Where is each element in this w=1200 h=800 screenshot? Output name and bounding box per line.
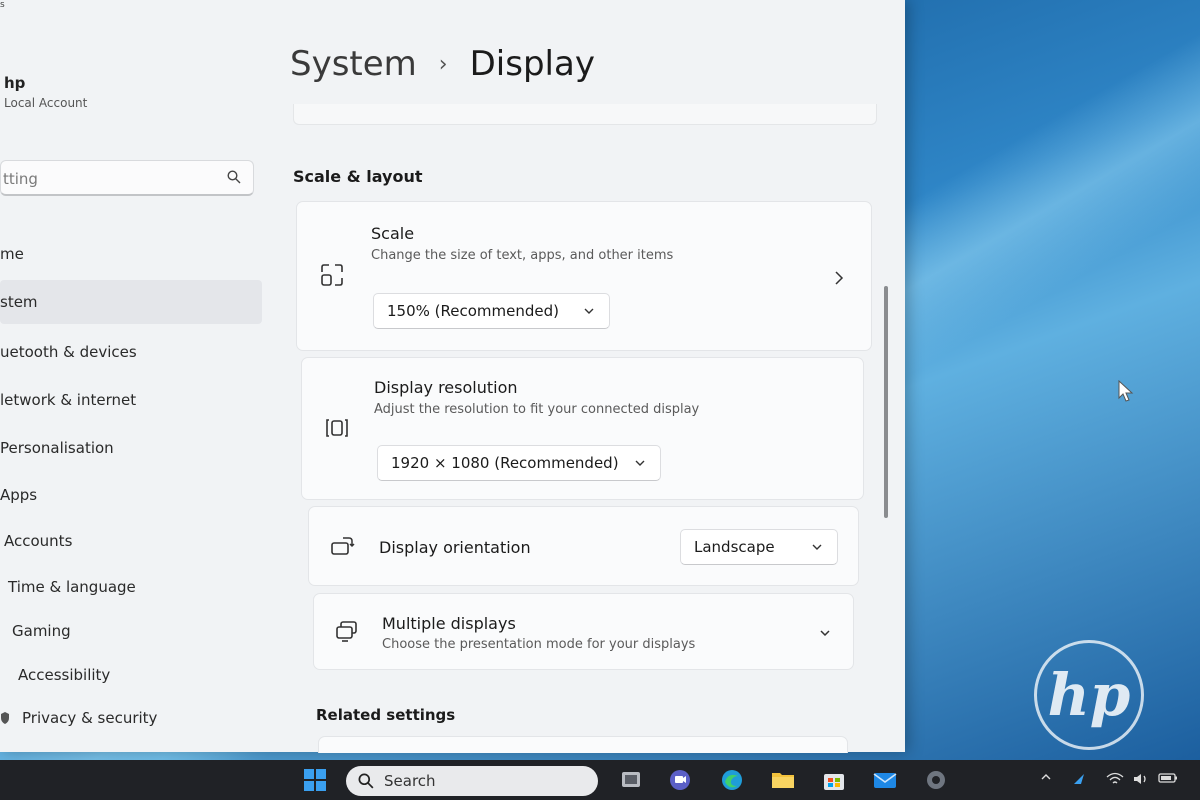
settings-icon[interactable] <box>923 768 949 792</box>
chevron-down-icon <box>584 308 594 314</box>
chevron-down-icon <box>635 460 645 466</box>
sidebar-item-label: letwork & internet <box>0 391 137 409</box>
breadcrumb-display: Display <box>469 44 595 84</box>
sidebar-item-label: stem <box>0 293 38 311</box>
scale-title: Scale <box>371 224 415 243</box>
sidebar-item-label: Accounts <box>4 532 73 550</box>
sidebar-item-bluetooth[interactable]: uetooth & devices <box>0 330 262 374</box>
orientation-dropdown[interactable]: Landscape <box>680 529 838 565</box>
scrollbar-thumb[interactable] <box>884 286 888 518</box>
sidebar-item-accounts[interactable]: Accounts <box>0 519 262 563</box>
scale-icon <box>321 264 343 286</box>
page-title: System › Display <box>290 44 595 84</box>
resolution-subtitle: Adjust the resolution to fit your connec… <box>374 402 700 417</box>
section-title: Scale & layout <box>293 167 423 186</box>
search-input[interactable]: tting <box>3 170 38 188</box>
sidebar-item-personalisation[interactable]: Personalisation <box>0 426 262 470</box>
chevron-down-icon <box>812 544 822 550</box>
resolution-value: 1920 × 1080 (Recommended) <box>391 454 619 472</box>
breadcrumb-separator: › <box>438 51 448 77</box>
sidebar-item-label: me <box>0 245 24 263</box>
resolution-card: Display resolution Adjust the resolution… <box>301 357 864 500</box>
battery-icon[interactable] <box>1158 772 1178 784</box>
sidebar: s hp Local Account tting me stem uetooth… <box>0 0 270 752</box>
sidebar-item-label: Time & language <box>8 578 136 596</box>
related-settings-title: Related settings <box>316 706 456 724</box>
sidebar-item-home[interactable]: me <box>0 232 262 276</box>
teams-chat-icon[interactable] <box>667 768 693 792</box>
chevron-down-icon[interactable] <box>818 628 832 638</box>
sidebar-item-label: Privacy & security <box>22 709 158 727</box>
previous-card-edge <box>293 104 877 125</box>
sidebar-item-network[interactable]: letwork & internet <box>0 378 262 422</box>
scale-card[interactable]: Scale Change the size of text, apps, and… <box>296 201 872 351</box>
sidebar-item-gaming[interactable]: Gaming <box>0 609 262 653</box>
store-icon[interactable] <box>821 768 847 792</box>
orientation-card: Display orientation Landscape <box>308 506 859 586</box>
search-icon[interactable] <box>227 170 241 184</box>
chevron-right-icon[interactable] <box>833 270 845 286</box>
orientation-icon <box>331 537 355 555</box>
corner-glyph: s <box>0 0 5 10</box>
sidebar-item-accessibility[interactable]: Accessibility <box>0 653 262 697</box>
chevron-up-icon[interactable] <box>1040 772 1052 782</box>
user-name[interactable]: hp <box>4 74 25 92</box>
taskbar-search[interactable]: Search <box>346 766 598 796</box>
shield-icon <box>1 712 9 724</box>
sidebar-item-apps[interactable]: Apps <box>0 473 262 517</box>
account-type: Local Account <box>4 96 88 110</box>
mouse-cursor-icon <box>1118 380 1134 402</box>
mail-icon[interactable] <box>872 768 898 792</box>
taskbar: Search <box>0 760 1200 800</box>
sidebar-item-system[interactable]: stem <box>0 280 262 324</box>
edge-icon[interactable] <box>719 768 745 792</box>
sidebar-item-time-language[interactable]: Time & language <box>0 565 262 609</box>
taskbar-search-label: Search <box>384 772 436 790</box>
sidebar-item-privacy[interactable]: Privacy & security <box>0 696 262 740</box>
breadcrumb-system[interactable]: System <box>290 44 417 84</box>
sidebar-item-label: Apps <box>0 486 38 504</box>
sidebar-item-label: Accessibility <box>18 666 111 684</box>
sidebar-item-label: Gaming <box>12 622 71 640</box>
task-view-icon[interactable] <box>618 768 644 792</box>
orientation-title: Display orientation <box>379 538 531 557</box>
sidebar-item-label: Personalisation <box>0 439 114 457</box>
wifi-icon[interactable] <box>1106 772 1124 786</box>
multiple-displays-icon <box>336 621 357 642</box>
settings-window: s hp Local Account tting me stem uetooth… <box>0 0 905 753</box>
scale-value: 150% (Recommended) <box>387 302 559 320</box>
resolution-dropdown[interactable]: 1920 × 1080 (Recommended) <box>377 445 661 481</box>
settings-search-box[interactable]: tting <box>0 160 254 196</box>
sidebar-item-label: uetooth & devices <box>0 343 137 361</box>
file-explorer-icon[interactable] <box>770 768 796 792</box>
related-settings-card[interactable] <box>318 736 848 753</box>
windows-start-icon[interactable] <box>302 768 328 792</box>
hp-logo-text: hp <box>1047 661 1131 729</box>
resolution-title: Display resolution <box>374 378 518 397</box>
multiple-displays-card[interactable]: Multiple displays Choose the presentatio… <box>313 593 854 670</box>
search-icon <box>358 773 374 789</box>
volume-icon[interactable] <box>1132 772 1150 786</box>
hp-logo: hp <box>1034 640 1144 750</box>
orientation-value: Landscape <box>694 538 775 556</box>
multiple-displays-subtitle: Choose the presentation mode for your di… <box>382 637 696 652</box>
scale-dropdown[interactable]: 150% (Recommended) <box>373 293 610 329</box>
scale-subtitle: Change the size of text, apps, and other… <box>371 248 674 263</box>
network-tray-icon[interactable] <box>1072 772 1086 786</box>
resolution-icon <box>326 419 348 437</box>
multiple-displays-title: Multiple displays <box>382 614 516 633</box>
